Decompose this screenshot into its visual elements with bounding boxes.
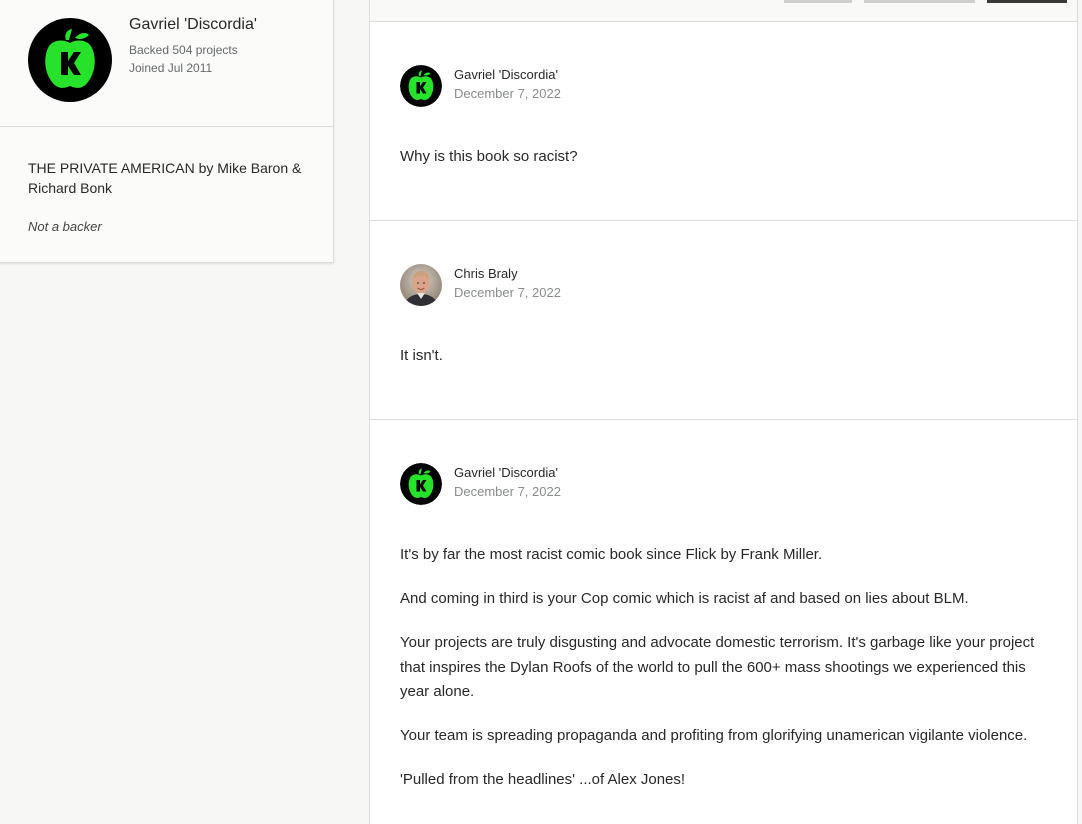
comment-paragraph: It's by far the most racist comic book s…: [400, 546, 823, 563]
toolbar-button[interactable]: [864, 0, 975, 3]
kickstarter-apple-icon[interactable]: [28, 18, 112, 102]
comment-body: It isn't.: [400, 344, 1050, 369]
joined-date: Joined Jul 2011: [129, 61, 213, 75]
comment-paragraph: 'Pulled from the headlines' ...of Alex J…: [400, 771, 686, 788]
comment-paragraph: Your projects are truly disgusting and a…: [400, 634, 1035, 700]
comment-author[interactable]: Gavriel 'Discordia': [454, 465, 558, 480]
comment: Chris Braly December 7, 2022 It isn't.: [370, 221, 1077, 420]
comment-body: It's by far the most racist comic book s…: [400, 543, 1050, 812]
comment-paragraph: It isn't.: [400, 347, 443, 364]
profile-card: Gavriel 'Discordia' Backed 504 projects …: [0, 0, 334, 263]
comment-paragraph: And coming in third is your Cop comic wh…: [400, 590, 969, 607]
comment: Gavriel 'Discordia' December 7, 2022 It'…: [370, 420, 1077, 824]
comment-thread: Gavriel 'Discordia' December 7, 2022 Why…: [369, 0, 1078, 824]
comment-author[interactable]: Gavriel 'Discordia': [454, 67, 558, 82]
comment-date: December 7, 2022: [454, 484, 561, 499]
comment-date: December 7, 2022: [454, 86, 561, 101]
toolbar-button[interactable]: [784, 0, 852, 3]
comment-body: Why is this book so racist?: [400, 145, 1050, 170]
kickstarter-apple-icon[interactable]: [400, 463, 442, 505]
backed-count: Backed 504 projects: [129, 43, 238, 57]
comment-author[interactable]: Chris Braly: [454, 266, 518, 281]
comment-paragraph: Your team is spreading propaganda and pr…: [400, 727, 1028, 744]
profile-header: Gavriel 'Discordia' Backed 504 projects …: [0, 0, 333, 127]
backer-status: Not a backer: [28, 219, 102, 234]
kickstarter-apple-icon[interactable]: [400, 65, 442, 107]
comment: Gavriel 'Discordia' December 7, 2022 Why…: [370, 22, 1077, 221]
toolbar-button-primary[interactable]: [987, 0, 1067, 3]
comment-paragraph: Why is this book so racist?: [400, 148, 578, 165]
profile-name[interactable]: Gavriel 'Discordia': [129, 16, 257, 34]
comment-date: December 7, 2022: [454, 285, 561, 300]
thread-toolbar: [370, 0, 1077, 22]
user-photo-avatar[interactable]: [400, 264, 442, 306]
project-title[interactable]: THE PRIVATE AMERICAN by Mike Baron & Ric…: [28, 158, 308, 198]
